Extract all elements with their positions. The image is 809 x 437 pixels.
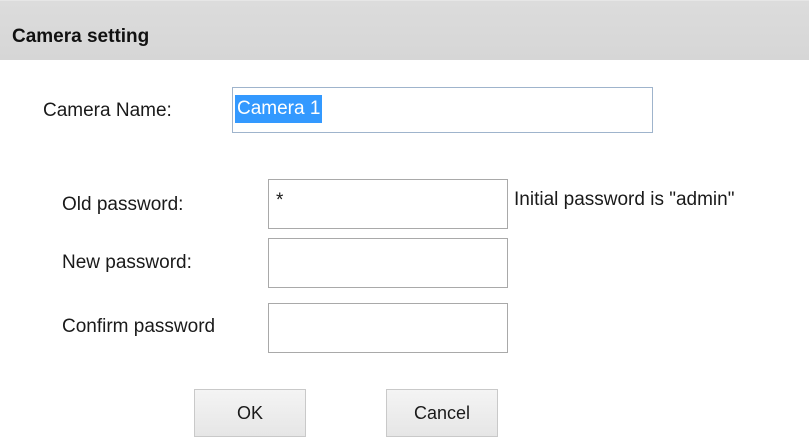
new-password-label: New password:	[62, 252, 192, 273]
confirm-password-label: Confirm password	[62, 316, 216, 337]
old-password-input[interactable]	[268, 179, 508, 229]
new-password-input[interactable]	[268, 238, 508, 288]
cancel-button[interactable]: Cancel	[386, 389, 498, 437]
camera-setting-dialog: Camera setting Camera Name: Camera 1 Old…	[0, 0, 809, 437]
confirm-password-input[interactable]	[268, 303, 508, 353]
camera-name-value[interactable]: Camera 1	[235, 95, 323, 123]
dialog-title: Camera setting	[12, 26, 150, 47]
initial-password-hint: Initial password is "admin"	[514, 189, 735, 210]
title-bar: Camera setting	[0, 0, 809, 60]
old-password-label: Old password:	[62, 194, 184, 215]
ok-button[interactable]: OK	[194, 389, 306, 437]
old-password-value[interactable]: *	[276, 190, 283, 212]
camera-name-label: Camera Name:	[43, 100, 172, 121]
